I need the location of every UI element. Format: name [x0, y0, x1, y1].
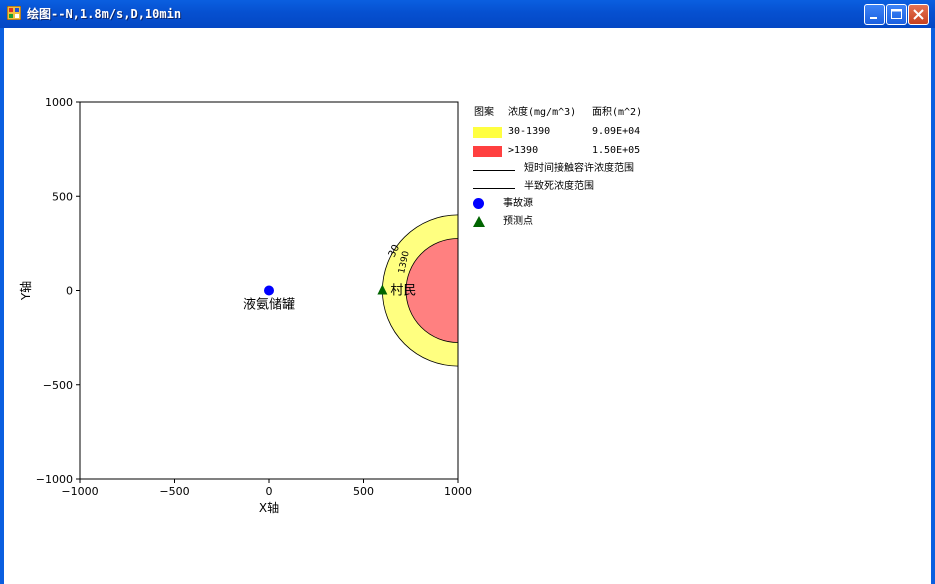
- accident-source-marker: [264, 285, 274, 296]
- legend-line-sample: [473, 188, 515, 189]
- y-tick-label: 500: [52, 190, 73, 203]
- legend-marker-label: 事故源: [503, 198, 533, 209]
- chart-window: 绘图--N,1.8m/s,D,10min −1000 −500 0 500 1000 10…: [0, 0, 935, 584]
- dispersion-chart: −1000 −500 0 500 100010005000−500−1000X轴Y轴30…: [18, 96, 472, 515]
- y-tick-label: 1000: [45, 96, 73, 109]
- legend-line-label: 短时间接触容许浓度范围: [524, 163, 634, 174]
- legend-swatch-moderate: [473, 127, 502, 138]
- x-tick-label: −500: [159, 485, 189, 498]
- legend-range-label: 30-1390: [508, 126, 551, 137]
- prediction-point-label: 村民: [390, 284, 416, 299]
- legend-prediction-icon: [473, 216, 485, 227]
- legend-swatch-lethal: [473, 146, 502, 157]
- legend-range-label: >1390: [508, 145, 539, 156]
- legend-line-label: 半致死浓度范围: [524, 181, 594, 192]
- legend-header-pattern: 图案: [474, 107, 494, 118]
- legend-line-sample: [473, 170, 515, 171]
- legend-area-value: 9.09E+04: [592, 126, 641, 137]
- x-tick-label: 0: [266, 485, 273, 498]
- x-tick-label: −1000: [61, 485, 98, 498]
- legend-source-icon: [473, 198, 484, 209]
- y-tick-label: −1000: [36, 473, 73, 486]
- x-tick-label: 1000: [444, 485, 472, 498]
- legend-marker-label: 预测点: [503, 216, 533, 227]
- y-tick-label: −500: [43, 379, 73, 392]
- accident-source-label: 液氨储罐: [243, 298, 295, 313]
- y-tick-label: 0: [66, 285, 73, 298]
- legend-header-conc: 浓度(mg/m^3): [508, 107, 577, 118]
- x-tick-label: 500: [353, 485, 374, 498]
- legend-area-value: 1.50E+05: [592, 145, 641, 156]
- y-axis-label: Y轴: [18, 281, 33, 301]
- x-axis-label: X轴: [259, 500, 279, 515]
- legend-header-area: 面积(m^2): [592, 107, 643, 118]
